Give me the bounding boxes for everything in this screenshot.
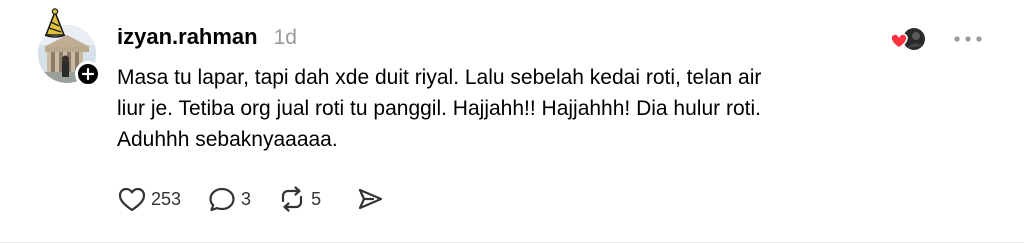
party-hat-icon: [44, 8, 66, 38]
repost-count: 5: [311, 188, 322, 209]
reply-button[interactable]: 3: [207, 185, 251, 213]
username[interactable]: izyan.rahman: [117, 24, 258, 50]
reply-count: 3: [241, 188, 252, 209]
plus-icon: [82, 68, 94, 80]
like-button[interactable]: 253: [117, 185, 181, 213]
avatar-container: [38, 8, 101, 87]
speech-bubble-icon: [209, 187, 235, 212]
post-header: izyan.rahman 1d: [117, 24, 297, 50]
like-count: 253: [151, 188, 182, 209]
repost-arrows-icon: [281, 186, 303, 212]
more-options-button[interactable]: [950, 26, 986, 52]
thread-post: izyan.rahman 1d Masa tu lapar, tapi dah …: [0, 0, 1024, 243]
heart-outline-icon: [118, 187, 146, 212]
share-button[interactable]: [355, 185, 385, 213]
reaction-avatar[interactable]: [890, 26, 928, 52]
heart-reaction-icon: [890, 33, 908, 49]
send-icon: [358, 188, 383, 210]
ellipsis-icon: [954, 36, 982, 42]
post-text: Masa tu lapar, tapi dah xde duit riyal. …: [117, 66, 762, 151]
follow-button[interactable]: [75, 61, 101, 87]
timestamp: 1d: [273, 26, 297, 49]
action-bar: 253 3 5: [117, 184, 385, 214]
repost-button[interactable]: 5: [277, 185, 321, 213]
